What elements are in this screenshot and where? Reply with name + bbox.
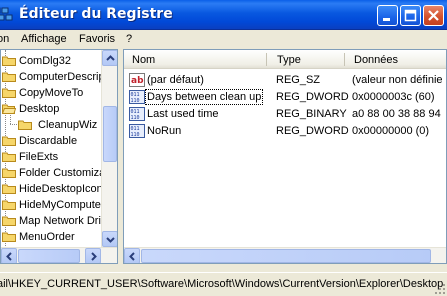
value-name: Days between clean up — [144, 89, 264, 105]
scroll-thumb[interactable] — [103, 106, 117, 162]
maximize-icon — [404, 9, 417, 22]
tree-item-label: Map Network Driv — [19, 215, 107, 227]
scroll-thumb[interactable] — [141, 249, 431, 263]
arrow-left-icon — [129, 252, 135, 261]
value-type: REG_SZ — [276, 74, 321, 86]
tree-connector — [10, 124, 17, 125]
svg-text:110: 110 — [131, 98, 140, 104]
scroll-up-button[interactable] — [102, 50, 117, 66]
list-row[interactable]: 011 110 Last used time REG_BINARY a0 88 … — [124, 106, 446, 123]
folder-icon — [2, 72, 16, 82]
list-horizontal-scrollbar[interactable] — [124, 247, 446, 263]
value-name: (par défaut) — [147, 74, 204, 86]
arrow-down-icon — [106, 237, 115, 243]
binary-value-icon: 011 110 — [129, 124, 145, 138]
value-name: Last used time — [147, 108, 219, 120]
list-row-selected[interactable]: 011 110 Days between clean up REG_DWORD … — [124, 89, 446, 106]
value-data: 0x0000003c (60) — [352, 91, 435, 103]
menu-help[interactable]: ? — [126, 33, 132, 45]
key-tree[interactable]: ComDlg32 ComputerDescrip CopyMoveTo Desk… — [0, 49, 118, 264]
scroll-left-button[interactable] — [1, 248, 17, 263]
menu-bar: on Affichage Favoris ? — [0, 30, 447, 48]
column-divider[interactable] — [266, 53, 267, 66]
tree-item-label: ComDlg32 — [19, 55, 71, 67]
close-button[interactable] — [423, 5, 444, 26]
binary-value-icon: 011 110 — [129, 107, 145, 121]
value-data: 0x00000000 (0) — [352, 125, 430, 137]
svg-text:ab: ab — [131, 76, 144, 86]
tree-vertical-scrollbar[interactable] — [101, 50, 117, 247]
svg-text:110: 110 — [131, 132, 140, 138]
minimize-button[interactable] — [377, 5, 398, 26]
tree-item-label: FileExts — [19, 151, 59, 163]
scroll-left-button[interactable] — [124, 248, 140, 263]
close-icon — [428, 10, 439, 21]
folder-icon — [18, 120, 32, 130]
folder-icon — [2, 184, 16, 194]
status-bar: ail\HKEY_CURRENT_USER\Software\Microsoft… — [0, 272, 447, 296]
scroll-down-button[interactable] — [102, 231, 117, 247]
column-header-data[interactable]: Données — [354, 54, 398, 66]
menu-affichage[interactable]: Affichage — [21, 33, 67, 45]
value-data: (valeur non définie — [352, 74, 443, 86]
tree-item-label: CleanupWiz — [38, 119, 98, 131]
arrow-right-icon — [91, 252, 97, 261]
value-type: REG_DWORD — [276, 125, 349, 137]
folder-icon — [2, 200, 16, 210]
tree-item-label: Folder Customiza — [19, 167, 106, 179]
menu-favoris[interactable]: Favoris — [79, 33, 115, 45]
value-type: REG_BINARY — [276, 108, 347, 120]
tree-item-label: ComputerDescrip — [19, 71, 105, 83]
arrow-up-icon — [106, 55, 115, 61]
folder-open-icon — [2, 104, 16, 114]
menu-edition[interactable]: on — [0, 33, 9, 45]
list-row[interactable]: ab (par défaut) REG_SZ (valeur non défin… — [124, 72, 446, 89]
title-bar[interactable]: Éditeur du Registre — [0, 0, 447, 30]
folder-icon — [2, 56, 16, 66]
folder-icon — [2, 168, 16, 178]
tree-item-label: HideMyComputer — [19, 199, 105, 211]
tree-item-label: Discardable — [19, 135, 78, 147]
tree-item-label: Desktop — [19, 103, 60, 115]
list-header: Nom Type Données — [124, 50, 446, 69]
binary-value-icon: 011 110 — [129, 90, 145, 104]
scroll-right-button[interactable] — [85, 248, 101, 263]
tree-item-label: HideDesktopIcon — [19, 183, 103, 195]
maximize-button[interactable] — [400, 5, 421, 26]
tree-connector — [10, 115, 11, 124]
minimize-icon — [383, 18, 390, 21]
list-row[interactable]: 011 110 NoRun REG_DWORD 0x00000000 (0) — [124, 123, 446, 140]
tree-item-label: CopyMoveTo — [19, 87, 84, 99]
value-type: REG_DWORD — [276, 91, 349, 103]
tree-horizontal-scrollbar[interactable] — [1, 247, 117, 263]
arrow-left-icon — [6, 252, 12, 261]
folder-icon — [2, 232, 16, 242]
status-path: ail\HKEY_CURRENT_USER\Software\Microsoft… — [0, 278, 444, 290]
column-divider[interactable] — [344, 53, 345, 66]
value-name: NoRun — [147, 125, 182, 137]
scroll-thumb[interactable] — [18, 249, 80, 263]
value-list[interactable]: Nom Type Données ab (par défaut) REG_SZ … — [123, 49, 447, 264]
folder-icon — [2, 152, 16, 162]
resize-grip-icon[interactable] — [434, 283, 446, 295]
folder-icon — [2, 136, 16, 146]
string-value-icon: ab — [129, 73, 145, 87]
window-title: Éditeur du Registre — [19, 6, 173, 22]
tree-item-label: MenuOrder — [19, 231, 75, 243]
column-header-type[interactable]: Type — [277, 54, 301, 66]
folder-icon — [2, 216, 16, 226]
value-data: a0 88 00 38 88 94 — [352, 108, 441, 120]
column-header-name[interactable]: Nom — [132, 54, 155, 66]
registry-editor-icon — [0, 7, 13, 21]
svg-text:110: 110 — [131, 115, 140, 121]
folder-icon — [2, 88, 16, 98]
